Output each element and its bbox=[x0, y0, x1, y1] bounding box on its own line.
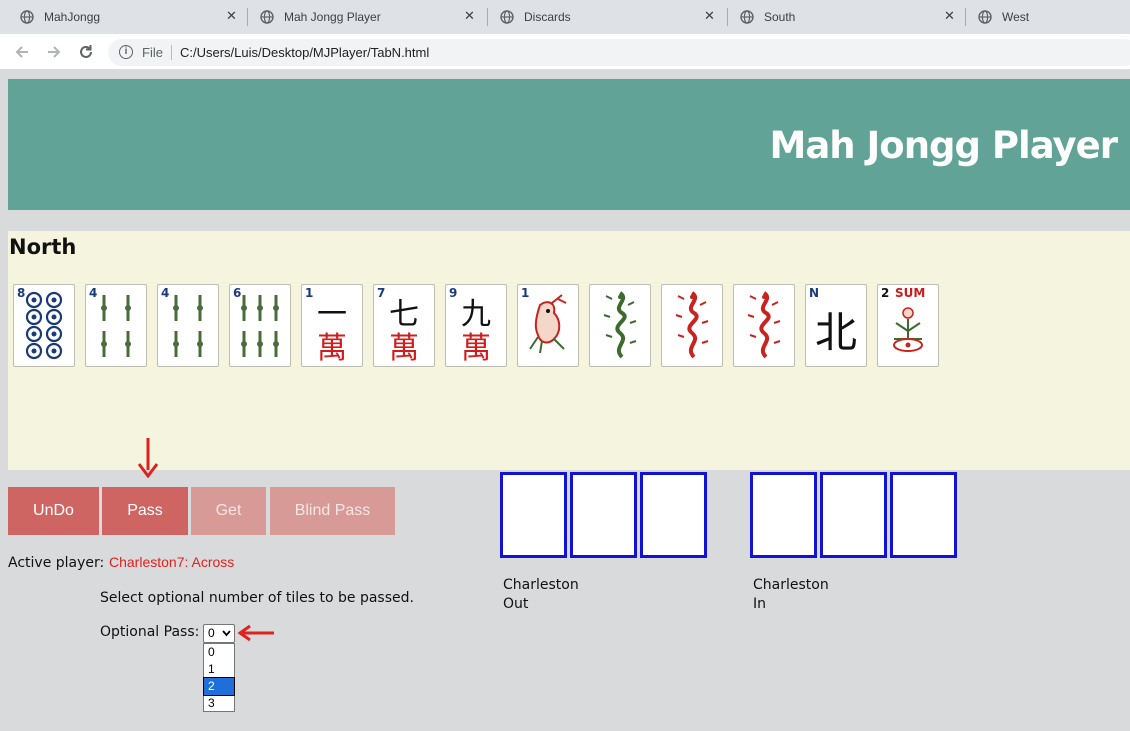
browser-tab[interactable]: MahJongg ✕ bbox=[8, 0, 246, 34]
tile-1-crak[interactable]: 1 一 萬 bbox=[301, 284, 363, 367]
dots-icon bbox=[25, 291, 63, 360]
tab-title: Discards bbox=[524, 10, 571, 24]
tile-red-dragon[interactable] bbox=[733, 284, 795, 367]
charleston-in-slot[interactable] bbox=[890, 472, 957, 558]
dropdown-option[interactable]: 3 bbox=[204, 695, 234, 712]
chevron-down-icon bbox=[222, 630, 231, 637]
close-icon[interactable]: ✕ bbox=[226, 8, 237, 24]
tile-1-bam[interactable]: 1 bbox=[517, 284, 579, 367]
globe-icon bbox=[20, 10, 34, 24]
crak-symbol: 萬 bbox=[461, 331, 491, 366]
tab-title: South bbox=[764, 10, 796, 24]
address-divider bbox=[171, 45, 172, 60]
bird-icon bbox=[529, 294, 567, 354]
arrow-left-icon bbox=[15, 46, 28, 58]
tile-8-dot[interactable]: 8 bbox=[13, 284, 75, 367]
tile-character: 北 bbox=[814, 308, 857, 357]
dragon-icon bbox=[747, 291, 781, 359]
instruction-text: Select optional number of tiles to be pa… bbox=[100, 590, 414, 606]
hand-area: North 8 4 4 6 1 一 萬 7 七 萬 9 九 萬 1 N 北 2 … bbox=[8, 231, 1130, 470]
pass-button[interactable]: Pass bbox=[102, 487, 188, 535]
dragon-icon bbox=[603, 291, 637, 359]
optional-pass-dropdown: 0 1 2 3 bbox=[203, 643, 235, 712]
crak-symbol: 萬 bbox=[317, 331, 347, 366]
browser-tab-strip: MahJongg ✕ Mah Jongg Player ✕ Discards ✕… bbox=[0, 0, 1130, 34]
page-header: Mah Jongg Player bbox=[8, 79, 1130, 210]
forward-button[interactable] bbox=[45, 43, 63, 61]
flower-icon bbox=[893, 307, 923, 352]
charleston-out-slot[interactable] bbox=[570, 472, 637, 558]
tile-north-wind[interactable]: N 北 bbox=[805, 284, 867, 367]
dropdown-option-highlighted[interactable]: 2 bbox=[203, 677, 235, 696]
get-button[interactable]: Get bbox=[191, 487, 266, 535]
arrow-down-icon bbox=[138, 438, 158, 478]
address-bar[interactable]: i File C:/Users/Luis/Desktop/MJPlayer/Ta… bbox=[108, 39, 1130, 66]
optional-pass-label: Optional Pass: bbox=[100, 624, 200, 640]
tile-4-bam[interactable]: 4 bbox=[157, 284, 219, 367]
browser-toolbar: i File C:/Users/Luis/Desktop/MJPlayer/Ta… bbox=[0, 34, 1130, 70]
tile-red-dragon[interactable] bbox=[661, 284, 723, 367]
tab-title: MahJongg bbox=[44, 10, 101, 24]
tile-corner-number: N bbox=[809, 286, 820, 300]
reload-icon bbox=[80, 45, 92, 58]
charleston-in-slot[interactable] bbox=[820, 472, 887, 558]
tile-9-crak[interactable]: 9 九 萬 bbox=[445, 284, 507, 367]
browser-tab[interactable]: Mah Jongg Player ✕ bbox=[248, 0, 486, 34]
globe-icon bbox=[978, 10, 992, 24]
charleston-out-label-line2: Out bbox=[503, 596, 529, 612]
info-icon[interactable]: i bbox=[119, 45, 133, 59]
reload-button[interactable] bbox=[77, 43, 95, 61]
active-player-value: Charleston7: Across bbox=[109, 554, 235, 570]
blind-pass-button[interactable]: Blind Pass bbox=[270, 487, 395, 535]
undo-button[interactable]: UnDo bbox=[8, 487, 99, 535]
globe-icon bbox=[740, 10, 754, 24]
dropdown-option[interactable]: 1 bbox=[204, 661, 234, 678]
close-icon[interactable]: ✕ bbox=[704, 8, 715, 24]
charleston-in-label: Charleston bbox=[753, 577, 829, 593]
player-name: North bbox=[9, 235, 77, 259]
close-icon[interactable]: ✕ bbox=[464, 8, 475, 24]
tile-6-bam[interactable]: 6 bbox=[229, 284, 291, 367]
globe-icon bbox=[260, 10, 274, 24]
tile-green-dragon[interactable] bbox=[589, 284, 651, 367]
charleston-out-slot[interactable] bbox=[500, 472, 567, 558]
tile-flower-summer[interactable]: 2 SUM bbox=[877, 284, 939, 367]
charleston-out-label: Charleston bbox=[503, 577, 579, 593]
browser-tab[interactable]: South ✕ bbox=[728, 0, 964, 34]
globe-icon bbox=[500, 10, 514, 24]
crak-symbol: 萬 bbox=[389, 331, 419, 366]
close-icon[interactable]: ✕ bbox=[944, 8, 955, 24]
bamboo-icon bbox=[241, 295, 279, 357]
back-button[interactable] bbox=[13, 43, 31, 61]
address-url[interactable]: C:/Users/Luis/Desktop/MJPlayer/TabN.html bbox=[180, 45, 429, 60]
select-value: 0 bbox=[208, 626, 215, 640]
browser-tab[interactable]: Discards ✕ bbox=[488, 0, 726, 34]
tile-7-crak[interactable]: 7 七 萬 bbox=[373, 284, 435, 367]
tab-title: Mah Jongg Player bbox=[284, 10, 381, 24]
charleston-in-label-line2: In bbox=[753, 596, 767, 612]
page-title: Mah Jongg Player bbox=[769, 124, 1118, 167]
bamboo-icon bbox=[101, 295, 131, 357]
optional-pass-select[interactable]: 0 bbox=[203, 624, 235, 643]
bamboo-icon bbox=[173, 295, 203, 357]
charleston-out-slot[interactable] bbox=[640, 472, 707, 558]
charleston-in-slot[interactable] bbox=[750, 472, 817, 558]
arrow-right-icon bbox=[48, 46, 61, 58]
dropdown-option[interactable]: 0 bbox=[204, 644, 234, 661]
arrow-left-red-icon bbox=[238, 624, 274, 642]
active-player-label: Active player: bbox=[8, 555, 105, 571]
tab-title: West bbox=[1002, 10, 1030, 24]
address-scheme: File bbox=[142, 45, 163, 60]
tile-4-bam[interactable]: 4 bbox=[85, 284, 147, 367]
browser-tab[interactable]: West bbox=[966, 0, 1130, 34]
dragon-icon bbox=[675, 291, 709, 359]
